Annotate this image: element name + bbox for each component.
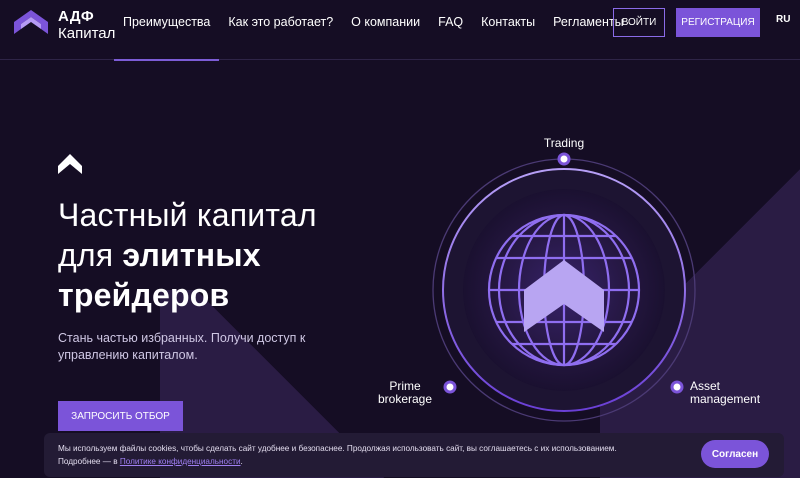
nav-item-advantages[interactable]: Преимущества	[114, 0, 220, 61]
hero-title-line1: Частный капитал	[58, 197, 317, 233]
logo-name-line1: АДФ	[58, 8, 95, 25]
logo-name-line2: Капитал	[58, 25, 116, 42]
main-nav: Преимущества Как это работает? О компани…	[114, 0, 633, 61]
asset-management-dot	[670, 380, 684, 394]
nav-item-about[interactable]: О компании	[342, 0, 429, 60]
hero-title-highlight-2: трейдеров	[58, 277, 230, 313]
request-selection-button[interactable]: ЗАПРОСИТЬ ОТБОР	[58, 401, 183, 431]
hero-title: Частный капитал для элитных трейдеров	[58, 195, 317, 315]
hero-title-plain: для	[58, 237, 123, 273]
accept-cookies-button[interactable]: Согласен	[701, 440, 769, 468]
cookie-text-main: Мы используем файлы cookies, чтобы сдела…	[58, 444, 617, 453]
site-header: АДФ Капитал Преимущества Как это работае…	[0, 0, 800, 61]
logo-icon	[14, 10, 48, 34]
cookie-text: Мы используем файлы cookies, чтобы сдела…	[58, 442, 698, 468]
label-trading: Trading	[543, 136, 585, 150]
nav-item-how-it-works[interactable]: Как это работает?	[219, 0, 342, 60]
hero-subtitle: Стань частью избранных. Получи доступ к …	[58, 331, 306, 362]
privacy-policy-link[interactable]: Политике конфиденциальности	[120, 457, 241, 466]
language-selector[interactable]: RU	[776, 14, 790, 25]
services-diagram-graphic	[432, 152, 696, 422]
logo-text: АДФ Капитал	[58, 8, 115, 42]
hero-title-line3: трейдеров	[58, 275, 317, 315]
label-prime-brokerage: Prime brokerage	[370, 380, 440, 406]
label-asset-management: Asset management	[690, 380, 770, 406]
trading-dot	[557, 152, 571, 166]
nav-item-faq[interactable]: FAQ	[429, 0, 472, 60]
login-button[interactable]: ВОЙТИ	[613, 8, 665, 37]
prime-brokerage-dot	[443, 380, 457, 394]
cookie-text-end: .	[240, 457, 243, 466]
services-diagram: Trading Prime brokerage Asset management	[360, 130, 800, 478]
hero-title-highlight: элитных	[122, 237, 261, 273]
cookie-text-more: Подробнее — в	[58, 457, 120, 466]
nav-item-contacts[interactable]: Контакты	[472, 0, 544, 60]
label-asset-line2: management	[690, 392, 761, 406]
cookie-banner: Мы используем файлы cookies, чтобы сдела…	[44, 433, 784, 477]
logo[interactable]: АДФ Капитал	[12, 8, 115, 42]
register-button[interactable]: РЕГИСТРАЦИЯ	[676, 8, 760, 37]
hero-title-line2: для элитных	[58, 235, 317, 275]
label-prime-line2: brokerage	[377, 392, 433, 406]
chevron-up-icon	[58, 154, 82, 174]
